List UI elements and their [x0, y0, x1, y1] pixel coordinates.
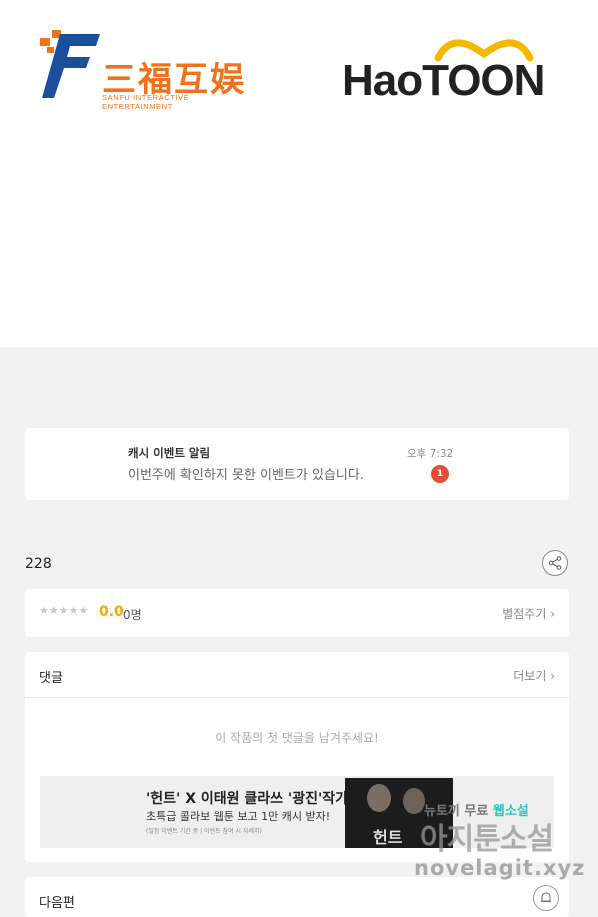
cash-event-notification[interactable]: 캐시 이벤트 알림 이번주에 확인하지 못한 이벤트가 있습니다. 오후 7:3…: [25, 428, 569, 500]
rating-score: 0.0: [99, 604, 124, 620]
sanfu-english-name: SANFU INTERACTIVE ENTERTAINMENT: [102, 93, 190, 111]
rating-count: 0명: [123, 608, 142, 622]
next-episode-label: 다음편: [39, 896, 75, 911]
sanfu-logo: 三福互娱 SANFU INTERACTIVE ENTERTAINMENT: [38, 30, 258, 111]
banner-photo-text: 헌트: [373, 828, 403, 847]
star-rating-icon: ★★★★★: [39, 604, 89, 617]
notification-title: 캐시 이벤트 알림: [128, 446, 211, 460]
rate-button[interactable]: 별점주기 ›: [502, 605, 555, 622]
view-count: 228: [25, 556, 52, 572]
actor-figure: [367, 784, 391, 812]
notification-body: 이번주에 확인하지 못한 이벤트가 있습니다.: [128, 468, 364, 483]
share-button[interactable]: [542, 550, 568, 576]
divider: [25, 697, 569, 698]
sanfu-f-mark-icon: [40, 30, 100, 98]
banner-subtitle: 초특급 콜라보 웹툰 보고 1만 캐시 받자!: [146, 810, 331, 823]
haotoon-wordmark: HaoTOON: [342, 56, 545, 105]
banner-fine-print: (일정 이벤트 기간 중 | 이벤트 참여 시 자세히): [146, 828, 262, 835]
banner-title: '헌트' X 이태원 클라쓰 '광진'작가: [146, 791, 348, 807]
site-watermark: 뉴토끼 무료 웹소설 아지툰소설 novelagit.xyz: [412, 800, 586, 885]
rating-card: ★★★★★ 0.0 0명 별점주기 ›: [25, 589, 569, 637]
share-icon: [548, 556, 562, 570]
watermark-line2: 아지툰소설: [420, 822, 554, 857]
bell-icon: [541, 892, 551, 903]
haotoon-logo: HaoTOON: [342, 28, 562, 108]
comments-title: 댓글: [39, 671, 63, 686]
notify-button[interactable]: [533, 885, 559, 911]
notification-badge: 1: [431, 465, 449, 483]
comments-empty-message: 이 작품의 첫 댓글을 남겨주세요!: [215, 731, 379, 745]
notification-time: 오후 7:32: [407, 448, 454, 460]
header-logo-area: 三福互娱 SANFU INTERACTIVE ENTERTAINMENT Hao…: [0, 0, 598, 347]
comments-more-button[interactable]: 더보기 ›: [513, 667, 555, 684]
watermark-line3: novelagit.xyz: [414, 856, 586, 880]
